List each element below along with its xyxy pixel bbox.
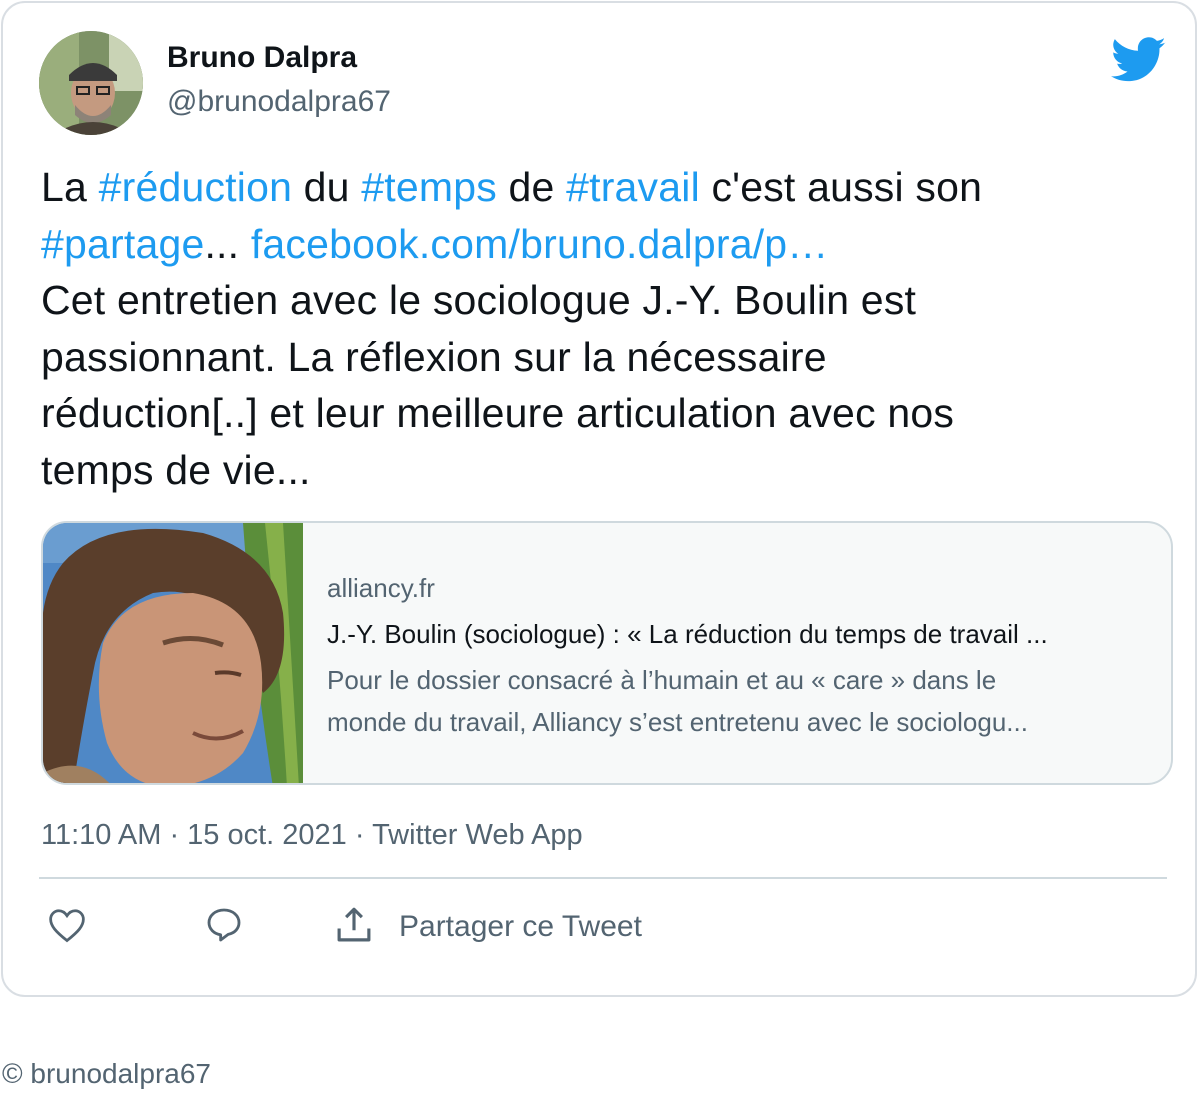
divider (39, 877, 1167, 879)
tweet-text-segment: passionnant. La réflexion sur la nécessa… (41, 333, 827, 380)
tweet-text-segment: ... (204, 220, 251, 267)
tweet-time[interactable]: 11:10 AM (41, 819, 161, 851)
reply-button[interactable] (203, 899, 245, 955)
tweet-text-segment: du (292, 164, 362, 210)
tweet-text-line: temps de vie... (41, 442, 1161, 499)
link-preview-title: J.-Y. Boulin (sociologue) : « La réducti… (327, 619, 1048, 649)
link-preview-description: Pour le dossier consacré à l’humain et a… (327, 659, 1028, 743)
tweet-source[interactable]: Twitter Web App (372, 819, 583, 851)
heart-icon (47, 907, 87, 948)
link-preview-desc-line: monde du travail, Alliancy s’est entrete… (327, 707, 1028, 737)
tweet-text-segment: temps de vie... (41, 446, 311, 493)
tweet-text-segment: c'est aussi son (699, 164, 983, 210)
tweet-text-line: Cet entretien avec le sociologue J.-Y. B… (41, 272, 1161, 329)
meta-separator: · (161, 819, 188, 851)
url-link[interactable]: facebook.com/bruno.dalpra/p… (251, 221, 829, 267)
tweet-text-line: réduction[..] et leur meilleure articula… (41, 385, 1161, 442)
action-bar: Partager ce Tweet (39, 899, 739, 955)
tweet-text-segment: réduction[..] et leur meilleure articula… (41, 390, 955, 436)
copyright-text: © brunodalpra67 (2, 1058, 212, 1089)
tweet-text: La #réduction du #temps de #travail c'es… (41, 159, 1161, 498)
hashtag-link[interactable]: #travail (566, 164, 700, 210)
share-label[interactable]: Partager ce Tweet (399, 910, 642, 944)
tweet-text-line: La #réduction du #temps de #travail c'es… (41, 159, 1161, 216)
tweet-text-segment: de (496, 164, 567, 210)
hashtag-link[interactable]: #temps (361, 164, 497, 210)
share-button[interactable]: Partager ce Tweet (333, 899, 642, 955)
user-handle[interactable]: @brunodalpra67 (167, 85, 391, 119)
tweet-text-line: #partage... facebook.com/bruno.dalpra/p… (41, 216, 1161, 273)
tweet-date[interactable]: 15 oct. 2021 (187, 819, 347, 851)
link-preview-domain: alliancy.fr (327, 573, 435, 603)
hashtag-link[interactable]: #partage (41, 221, 204, 267)
reply-icon (203, 905, 245, 950)
display-name[interactable]: Bruno Dalpra (167, 41, 357, 75)
tweet-text-segment: Cet entretien avec le sociologue J.-Y. B… (41, 277, 917, 323)
share-icon (333, 904, 375, 951)
meta-separator: · (346, 819, 373, 851)
tweet-text-segment: La (41, 164, 99, 210)
twitter-bird-icon[interactable] (1110, 37, 1167, 83)
avatar[interactable] (39, 31, 143, 135)
link-preview-image[interactable] (43, 523, 303, 783)
tweet-meta: 11:10 AM · 15 oct. 2021 · Twitter Web Ap… (41, 819, 583, 852)
like-button[interactable] (47, 899, 87, 955)
hashtag-link[interactable]: #réduction (99, 164, 292, 210)
link-preview-card[interactable]: alliancy.fr J.-Y. Boulin (sociologue) : … (41, 521, 1173, 785)
tweet-text-line: passionnant. La réflexion sur la nécessa… (41, 329, 1161, 386)
link-preview-desc-line: Pour le dossier consacré à l’humain et a… (327, 665, 997, 695)
tweet-card[interactable]: Bruno Dalpra @brunodalpra67 La #réductio… (1, 1, 1197, 997)
